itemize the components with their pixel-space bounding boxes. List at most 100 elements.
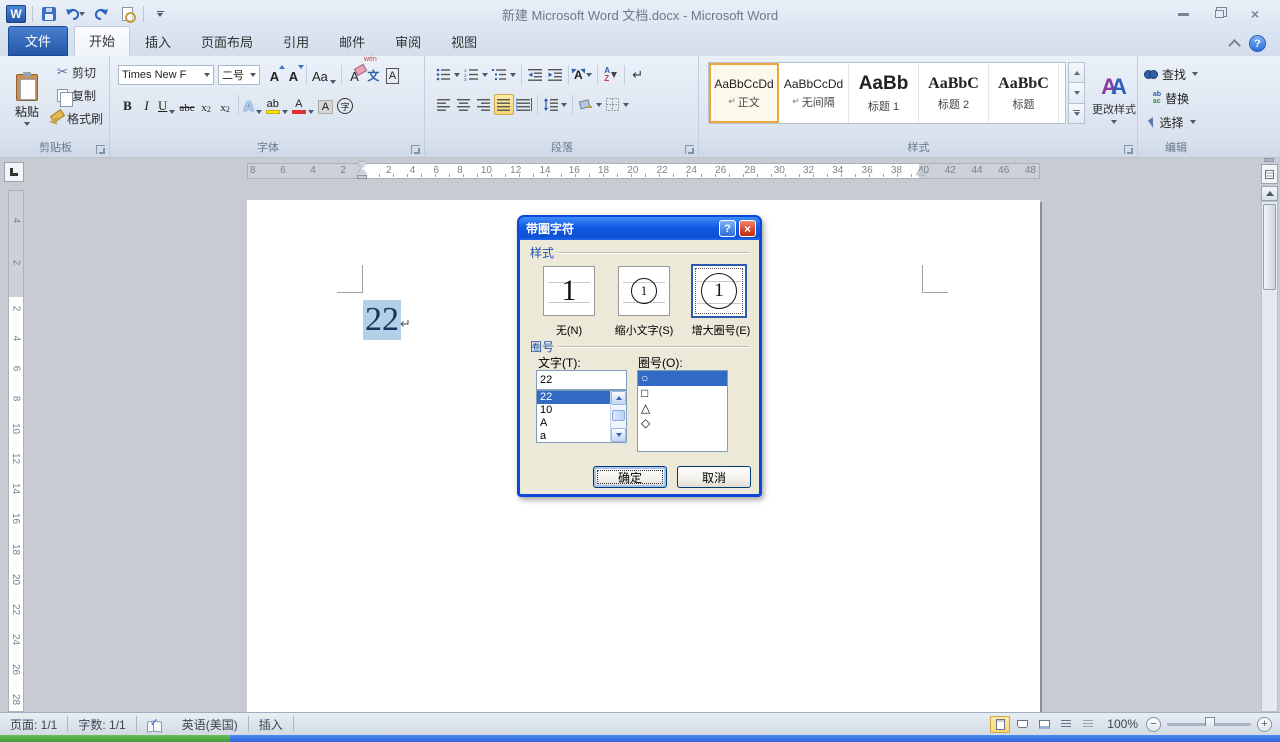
text-options-list[interactable]: 22 10 A a	[536, 390, 627, 443]
print-preview-button[interactable]	[117, 4, 137, 24]
find-arrow[interactable]	[1192, 72, 1198, 76]
sort-button[interactable]: AZ	[601, 64, 621, 85]
close-button[interactable]: ×	[1242, 5, 1268, 23]
gallery-scroll-up-button[interactable]	[1068, 62, 1085, 83]
character-border-button[interactable]: A	[383, 64, 402, 85]
circle-option-triangle[interactable]: △	[638, 401, 727, 416]
ruler-toggle-button[interactable]	[1261, 164, 1278, 184]
tab-review[interactable]: 审阅	[380, 27, 436, 56]
minimize-ribbon-icon[interactable]	[1228, 39, 1241, 52]
tab-page-layout[interactable]: 页面布局	[186, 27, 268, 56]
multilevel-list-arrow[interactable]	[510, 73, 516, 77]
tab-file[interactable]: 文件	[8, 26, 68, 56]
find-button[interactable]: 查找	[1144, 64, 1198, 84]
style-item-heading1[interactable]: AaBb 标题 1	[849, 63, 919, 123]
highlight-button[interactable]: ab	[264, 94, 290, 115]
grow-font-button[interactable]: A	[265, 64, 284, 85]
right-indent-marker[interactable]	[916, 169, 926, 175]
outline-view-button[interactable]	[1056, 716, 1076, 733]
distribute-button[interactable]	[514, 94, 534, 115]
align-left-button[interactable]	[434, 94, 454, 115]
reading-view-button[interactable]	[1012, 716, 1032, 733]
underline-button[interactable]: U	[156, 94, 177, 115]
clipboard-dialog-launcher[interactable]	[96, 145, 105, 154]
font-name-arrow[interactable]	[204, 73, 210, 77]
style-item-no-spacing[interactable]: AaBbCcDd ↵无间隔	[779, 63, 849, 123]
font-dialog-launcher[interactable]	[411, 145, 420, 154]
line-spacing-arrow[interactable]	[561, 103, 567, 107]
superscript-button[interactable]: x2	[216, 94, 235, 115]
change-case-button[interactable]: Aa	[310, 64, 338, 85]
tab-references[interactable]: 引用	[268, 27, 324, 56]
numbering-arrow[interactable]	[482, 73, 488, 77]
clear-formatting-button[interactable]: A	[345, 64, 364, 85]
character-shading-button[interactable]: A	[316, 94, 335, 115]
tab-insert[interactable]: 插入	[130, 27, 186, 56]
numbering-button[interactable]: 123	[462, 64, 490, 85]
page-indicator[interactable]: 页面: 1/1	[0, 713, 67, 735]
save-button[interactable]	[39, 4, 59, 24]
circle-options-list[interactable]: ○ □ △ ◇	[637, 370, 728, 452]
circle-option-square[interactable]: □	[638, 386, 727, 401]
list-scroll-down-button[interactable]	[611, 428, 626, 442]
style-item-normal[interactable]: AaBbCcDd ↵正文	[709, 63, 779, 123]
tab-stop-selector[interactable]	[4, 162, 24, 182]
zoom-out-button[interactable]: −	[1146, 717, 1161, 732]
shading-button[interactable]	[576, 94, 604, 115]
bullets-button[interactable]	[434, 64, 462, 85]
borders-button[interactable]	[604, 94, 631, 115]
circle-option-diamond[interactable]: ◇	[638, 416, 727, 431]
draft-view-button[interactable]	[1078, 716, 1098, 733]
scroll-up-button[interactable]	[1261, 186, 1278, 201]
circle-option-circle[interactable]: ○	[638, 371, 727, 386]
word-count-indicator[interactable]: 字数: 1/1	[68, 713, 135, 735]
paste-button[interactable]: 粘贴	[8, 62, 46, 134]
restore-button[interactable]	[1206, 5, 1232, 23]
justify-button[interactable]	[494, 94, 514, 115]
list-scrollbar[interactable]	[610, 391, 626, 442]
style-item-heading2[interactable]: AaBbC 标题 2	[919, 63, 989, 123]
copy-button[interactable]: 复制	[48, 85, 105, 105]
style-option-enlarge-circle[interactable]: 1	[691, 264, 747, 318]
scrollbar-track[interactable]	[1261, 201, 1278, 712]
hanging-indent-marker[interactable]	[357, 169, 367, 175]
web-layout-view-button[interactable]	[1034, 716, 1054, 733]
enclose-characters-button[interactable]: 字	[335, 94, 355, 115]
undo-dropdown-arrow[interactable]	[79, 12, 85, 16]
highlight-arrow[interactable]	[282, 110, 288, 114]
style-option-none[interactable]: 1	[543, 266, 595, 316]
list-scroll-up-button[interactable]	[611, 391, 626, 405]
tab-view[interactable]: 视图	[436, 27, 492, 56]
asian-layout-arrow[interactable]	[586, 73, 592, 77]
paste-dropdown-arrow[interactable]	[24, 122, 30, 126]
word-logo-icon[interactable]: W	[6, 5, 26, 23]
underline-arrow[interactable]	[169, 110, 175, 114]
language-indicator[interactable]: 英语(美国)	[172, 713, 248, 735]
minimize-button[interactable]	[1170, 5, 1196, 23]
format-painter-button[interactable]: 格式刷	[48, 108, 105, 128]
insert-mode-indicator[interactable]: 插入	[249, 713, 293, 735]
print-layout-view-button[interactable]	[990, 716, 1010, 733]
cut-button[interactable]: ✂ 剪切	[48, 62, 105, 82]
cancel-button[interactable]: 取消	[677, 466, 751, 488]
replace-button[interactable]: abac 替换	[1144, 88, 1198, 108]
align-center-button[interactable]	[454, 94, 474, 115]
first-line-indent-marker[interactable]	[357, 162, 367, 168]
scrollbar-thumb[interactable]	[1263, 204, 1276, 290]
italic-button[interactable]: I	[137, 94, 156, 115]
font-color-button[interactable]: A	[290, 94, 316, 115]
font-size-arrow[interactable]	[250, 73, 256, 77]
align-right-button[interactable]	[474, 94, 494, 115]
borders-arrow[interactable]	[623, 103, 629, 107]
text-effects-arrow[interactable]	[256, 110, 262, 114]
text-input[interactable]	[536, 370, 627, 390]
zoom-in-button[interactable]: +	[1257, 717, 1272, 732]
zoom-level[interactable]: 100%	[1099, 717, 1146, 731]
gallery-more-button[interactable]	[1068, 104, 1085, 124]
dialog-help-button[interactable]: ?	[719, 220, 736, 237]
gallery-scroll-down-button[interactable]	[1068, 83, 1085, 103]
decrease-indent-button[interactable]	[525, 64, 545, 85]
phonetic-guide-button[interactable]: wén 文	[364, 64, 383, 85]
proofing-indicator[interactable]: ✓	[137, 713, 172, 735]
zoom-slider-track[interactable]	[1167, 723, 1251, 726]
